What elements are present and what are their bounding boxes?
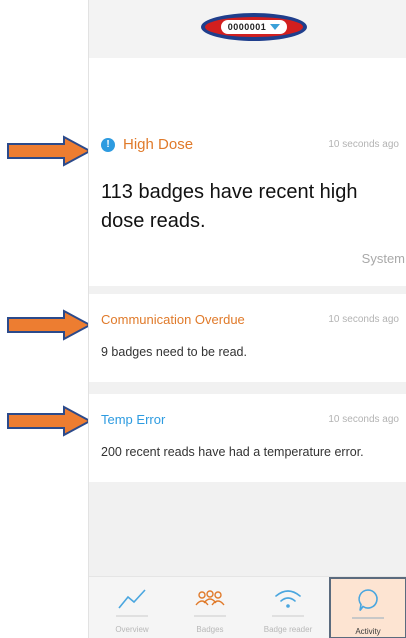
notification-message: 113 badges have recent high dose reads. [101, 181, 358, 232]
notification-time: 10 seconds ago [328, 314, 399, 325]
notification-message: 9 badges need to be read. [101, 345, 247, 359]
speech-bubble-icon [358, 589, 378, 611]
wifi-icon [275, 590, 301, 608]
notification-message: 200 recent reads have had a temperature … [101, 445, 364, 459]
app-screen: 0000001 ! High Dose 10 seconds ago 113 b… [88, 0, 406, 638]
caret-down-icon [270, 24, 281, 30]
notification-header: Temp Error 10 seconds ago [101, 412, 399, 427]
notification-header: ! High Dose 10 seconds ago [101, 136, 399, 153]
notification-title: High Dose [123, 136, 194, 153]
info-icon: ! [101, 137, 115, 152]
annotation-arrow-communication [7, 309, 92, 341]
tab-overview[interactable]: Overview [93, 577, 171, 638]
tab-label: Overview [115, 625, 149, 634]
tab-badge-reader[interactable]: Badge reader [249, 577, 327, 638]
line-chart-icon [118, 589, 146, 609]
tab-label: Badge reader [263, 625, 313, 634]
top-bar: 0000001 [89, 0, 406, 58]
notification-header: Communication Overdue 10 seconds ago [101, 312, 399, 327]
notification-source: System [361, 251, 405, 266]
notification-time: 10 seconds ago [328, 414, 399, 425]
annotation-arrow-high-dose [7, 135, 92, 167]
notification-title: Temp Error [101, 412, 166, 427]
notification-time: 10 seconds ago [328, 139, 399, 150]
tab-badges[interactable]: Badges [171, 577, 249, 638]
device-selector-highlight: 0000001 [201, 13, 307, 41]
device-selector[interactable]: 0000001 [220, 20, 288, 34]
tab-label: Activity [355, 627, 381, 636]
notification-card-communication-overdue[interactable]: Communication Overdue 10 seconds ago 9 b… [89, 294, 406, 382]
device-selector-value: 0000001 [227, 22, 267, 32]
notification-card-high-dose[interactable]: ! High Dose 10 seconds ago 113 badges ha… [89, 58, 406, 286]
notification-card-temp-error[interactable]: Temp Error 10 seconds ago 200 recent rea… [89, 394, 406, 482]
badges-icon [195, 590, 225, 606]
tab-activity[interactable]: Activity [329, 577, 406, 638]
bottom-tab-bar: Overview Badges Badge reader Activity [89, 576, 406, 638]
tab-label: Badges [196, 625, 224, 634]
annotation-arrow-temp-error [7, 405, 92, 437]
notification-title: Communication Overdue [101, 312, 245, 327]
